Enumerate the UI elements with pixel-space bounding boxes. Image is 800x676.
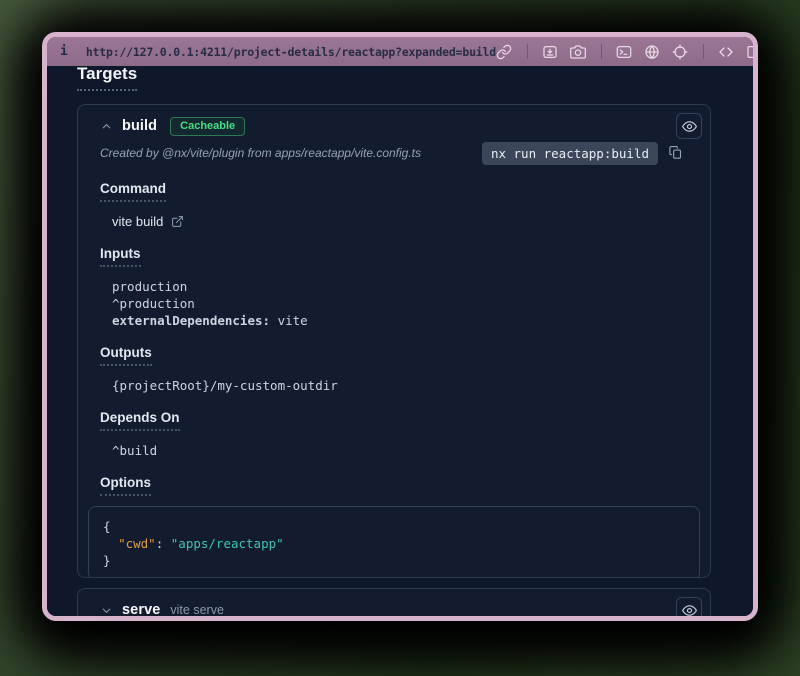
titlebar-actions xyxy=(496,43,758,60)
target-subtitle: vite serve xyxy=(170,603,224,616)
chevron-up-icon[interactable] xyxy=(100,120,113,133)
json-line: } xyxy=(103,552,685,569)
section-outputs-heading: Outputs xyxy=(100,345,152,366)
json-line: { xyxy=(103,518,685,535)
project-details-page: Targets build Cacheable Created by @nx/v… xyxy=(47,66,753,616)
target-card-serve: serve vite serve xyxy=(77,588,711,616)
depends-on-item: ^build xyxy=(112,442,688,459)
titlebar-separator xyxy=(527,44,528,59)
input-item: ^production xyxy=(112,295,688,312)
section-depends-on: Depends On ^build xyxy=(100,409,688,459)
created-by-row: Created by @nx/vite/plugin from apps/rea… xyxy=(100,141,688,165)
section-command: Command vite build xyxy=(100,180,688,230)
target-serve-header[interactable]: serve vite serve xyxy=(100,597,688,616)
cacheable-badge[interactable]: Cacheable xyxy=(170,117,245,136)
section-options: Options { "cwd": "apps/reactapp" } xyxy=(100,474,688,578)
address-url[interactable]: http://127.0.0.1:4211/project-details/re… xyxy=(86,45,496,59)
run-command-group: nx run reactapp:build xyxy=(482,142,684,165)
chevron-down-icon[interactable] xyxy=(100,604,113,617)
section-outputs: Outputs {projectRoot}/my-custom-outdir xyxy=(100,344,688,394)
external-link-icon[interactable] xyxy=(171,215,185,229)
view-target-button[interactable] xyxy=(676,113,702,139)
split-view-icon[interactable] xyxy=(746,43,758,60)
titlebar-separator xyxy=(601,44,602,59)
code-icon[interactable] xyxy=(718,43,735,60)
camera-icon[interactable] xyxy=(570,43,587,60)
info-icon: i xyxy=(60,44,68,59)
input-item: externalDependencies: vite xyxy=(112,312,688,329)
section-inputs: Inputs production ^production externalDe… xyxy=(100,245,688,329)
crosshair-icon[interactable] xyxy=(672,43,689,60)
eye-icon xyxy=(682,603,697,617)
eye-icon xyxy=(682,119,697,134)
globe-icon[interactable] xyxy=(644,43,661,60)
target-build-header[interactable]: build Cacheable xyxy=(100,113,688,139)
titlebar: i http://127.0.0.1:4211/project-details/… xyxy=(47,37,753,66)
browser-window: i http://127.0.0.1:4211/project-details/… xyxy=(42,32,758,621)
target-name: build xyxy=(122,118,157,134)
section-inputs-heading: Inputs xyxy=(100,246,141,267)
json-line: "cwd": "apps/reactapp" xyxy=(103,535,685,552)
copy-icon[interactable] xyxy=(668,145,684,161)
section-depends-on-heading: Depends On xyxy=(100,410,180,431)
options-json-block: { "cwd": "apps/reactapp" } xyxy=(88,506,700,578)
link-icon[interactable] xyxy=(496,43,513,60)
command-value: vite build xyxy=(112,213,163,230)
run-command-chip: nx run reactapp:build xyxy=(482,142,658,165)
terminal-icon[interactable] xyxy=(616,43,633,60)
input-item: production xyxy=(112,278,688,295)
titlebar-separator xyxy=(703,44,704,59)
target-name: serve xyxy=(122,602,160,616)
page-title: Targets xyxy=(77,66,137,91)
output-item: {projectRoot}/my-custom-outdir xyxy=(112,377,688,394)
target-card-build: build Cacheable Created by @nx/vite/plug… xyxy=(77,104,711,578)
save-icon[interactable] xyxy=(542,43,559,60)
section-options-heading: Options xyxy=(100,475,151,496)
created-by-text: Created by @nx/vite/plugin from apps/rea… xyxy=(100,146,421,160)
view-target-button[interactable] xyxy=(676,597,702,616)
section-command-heading: Command xyxy=(100,181,166,202)
